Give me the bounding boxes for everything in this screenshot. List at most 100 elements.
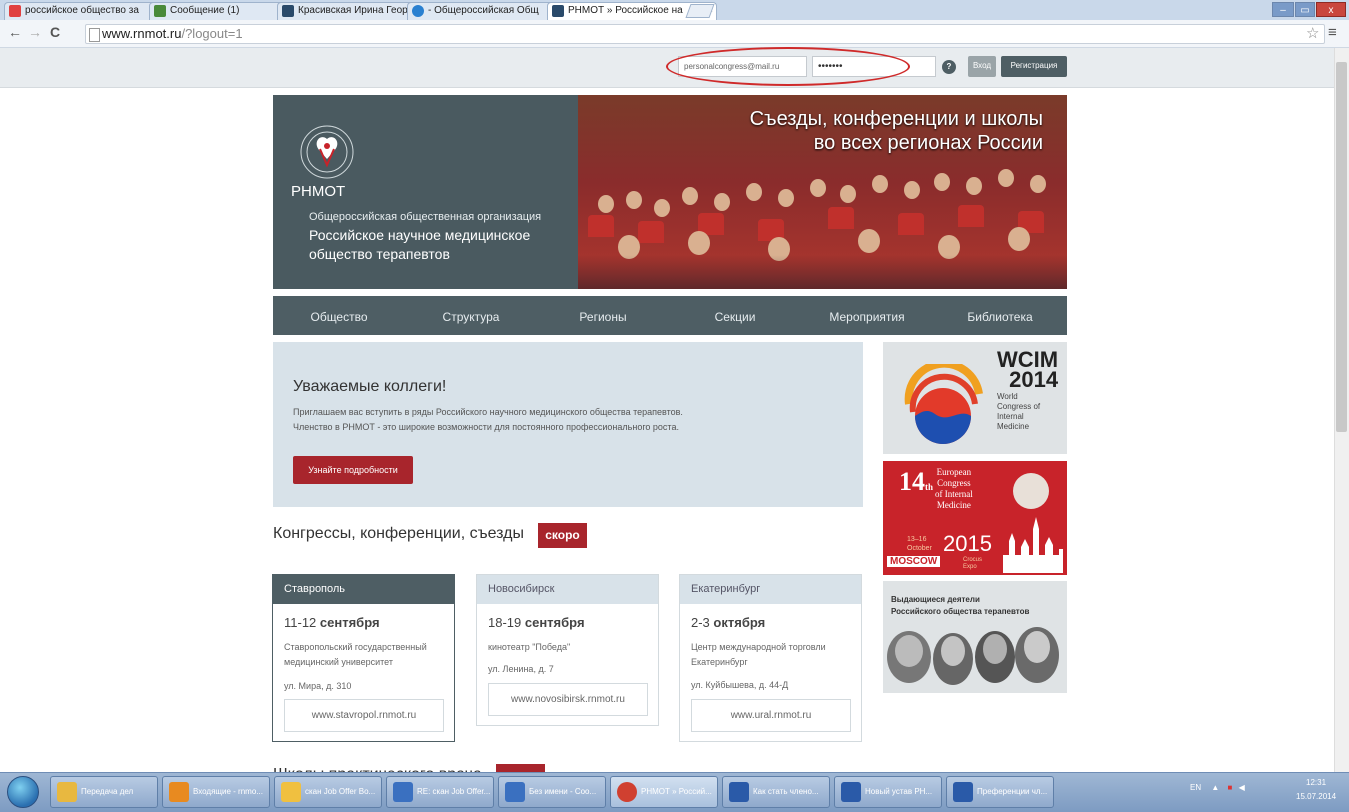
nav-item-regions[interactable]: Регионы [537,296,669,335]
kremlin-silhouette-icon [1003,517,1063,573]
event-site-link[interactable]: www.ural.rnmot.ru [691,699,851,732]
event-days: 11-12 [284,615,317,630]
nav-item-sections[interactable]: Секции [669,296,801,335]
wcim-subtitle-line: Internal [997,412,1024,421]
tab-title: Красивская Ирина Георг [298,5,412,16]
new-tab-button[interactable] [685,4,715,18]
register-button[interactable]: Регистрация [1001,56,1067,77]
event-days: 2-3 [691,615,710,630]
wcim-subtitle-line: World [997,392,1018,401]
figures-title: Выдающиеся деятели Российского общества … [891,594,1029,618]
wcim-banner[interactable]: WCIM 2014 World Congress of Internal Med… [883,342,1067,454]
mail-icon [281,782,301,802]
wcim-title-line: 2014 [1009,367,1059,392]
euro-dates-month: October [907,545,932,552]
nav-item-library[interactable]: Библиотека [933,296,1067,335]
euro-venue: Crocus Expo [963,557,983,570]
banner-headline-line: во всех регионах России [813,132,1043,154]
folder-icon [57,782,77,802]
word-icon [953,782,973,802]
close-window-button[interactable]: x [1316,2,1346,17]
event-city: Ставрополь [273,575,454,604]
minimize-button[interactable]: – [1272,2,1294,17]
wcim-title: WCIM 2014 [997,349,1059,392]
euro-text-line: European [936,467,972,477]
euro-dates-days: 13–16 [907,536,927,543]
taskbar-item[interactable]: Входящие - rnmo... [162,776,270,808]
figures-title-line: Российского общества терапевтов [891,607,1030,616]
taskbar-item[interactable]: RE: скан Job Offer... [386,776,494,808]
event-card[interactable]: Новосибирск 18-19 сентября кинотеатр "По… [476,574,659,726]
event-month: сентября [524,615,585,630]
welcome-text-line: Приглашаем вас вступить в ряды Российско… [293,407,683,417]
taskbar-item[interactable]: Передача дел [50,776,158,808]
org-name-line: общество терапевтов [309,246,450,262]
learn-more-button[interactable]: Узнайте подробности [293,456,413,484]
european-congress-banner[interactable]: 14th European Congress of Internal Medic… [883,461,1067,575]
url-path: /?logout=1 [181,26,243,41]
taskbar-clock[interactable]: 12:31 15.07.2014 [1296,776,1336,804]
login-button[interactable]: Вход [968,56,996,77]
maximize-button[interactable]: ▭ [1295,2,1315,17]
taskbar-item-label: Как стать члено... [753,787,819,796]
taskbar-item-label: Передача дел [81,787,134,796]
taskbar-item[interactable]: Без имени - Соо... [498,776,606,808]
event-venue: Центр международной торговли Екатеринбур… [691,642,826,667]
menu-icon[interactable]: ≡ [1328,24,1337,41]
taskbar-item-label: Новый устав РН... [865,787,933,796]
word-icon [729,782,749,802]
taskbar-item[interactable]: Преференции чл... [946,776,1054,808]
euro-dates: 13–16 October [907,535,932,553]
euro-ordinal: th [925,482,934,492]
taskbar-item[interactable]: скан Job Offer Bo... [274,776,382,808]
network-icon[interactable]: ■ [1228,783,1233,792]
forward-arrow-icon[interactable]: → [28,24,42,40]
event-days: 18-19 [488,615,522,630]
event-city: Новосибирск [477,575,658,604]
chrome-icon [617,782,637,802]
event-date: 2-3 октября [691,615,765,630]
taskbar-item-active[interactable]: РНМОТ » Россий... [610,776,718,808]
euro-year: 2015 [943,531,992,556]
event-site-link[interactable]: www.novosibirsk.rnmot.ru [488,683,648,716]
taskbar-item[interactable]: Новый устав РН... [834,776,942,808]
euro-text-line: Medicine [936,500,971,510]
back-arrow-icon[interactable]: ← [8,24,22,40]
euro-emblem-icon [1013,473,1049,509]
nav-item-events[interactable]: Мероприятия [801,296,933,335]
tab-favicon-icon [412,5,424,17]
outlook-icon [169,782,189,802]
event-card[interactable]: Ставрополь 11-12 сентября Ставропольский… [272,574,455,742]
nav-item-society[interactable]: Общество [273,296,405,335]
event-venue: кинотеатр "Победа" [488,642,571,652]
main-nav: Общество Структура Регионы Секции Меропр… [273,296,1067,335]
clock-date: 15.07.2014 [1296,792,1337,801]
banner-headline-line: Съезды, конференции и школы [749,108,1043,130]
event-card[interactable]: Екатеринбург 2-3 октября Центр междунаро… [679,574,862,742]
url-field[interactable]: www.rnmot.ru/?logout=1 [85,24,1325,44]
nav-item-structure[interactable]: Структура [405,296,537,335]
start-button[interactable] [7,776,39,808]
taskbar-item-label: Входящие - rnmo... [193,787,263,796]
event-site-link[interactable]: www.stavropol.rnmot.ru [284,699,444,732]
taskbar-item-label: Без имени - Соо... [529,787,597,796]
org-name: Российское научное медицинское общество … [309,226,609,264]
language-indicator[interactable]: EN [1190,783,1201,792]
tray-arrow-icon[interactable]: ▲ [1211,783,1219,792]
volume-icon[interactable]: ◀ [1239,783,1245,792]
taskbar-item[interactable]: Как стать члено... [722,776,830,808]
page-icon [89,28,100,42]
figures-title-line: Выдающиеся деятели [891,595,980,604]
outstanding-figures-banner[interactable]: Выдающиеся деятели Российского общества … [883,581,1067,693]
help-icon[interactable]: ? [942,60,956,74]
event-venue: Ставропольский государственный медицинск… [284,642,427,667]
scrollbar-thumb[interactable] [1336,62,1347,432]
event-address: ул. Ленина, д. 7 [488,664,554,674]
congresses-title: Конгрессы, конференции, съезды [273,525,524,542]
welcome-text: Приглашаем вас вступить в ряды Российско… [293,405,833,435]
event-address: ул. Мира, д. 310 [284,681,352,691]
org-abbreviation: РНМОТ [291,183,346,200]
system-tray: EN ▲ ■ ◀ [1190,783,1245,792]
reload-icon[interactable]: C [50,24,60,40]
bookmark-star-icon[interactable]: ☆ [1306,24,1319,42]
